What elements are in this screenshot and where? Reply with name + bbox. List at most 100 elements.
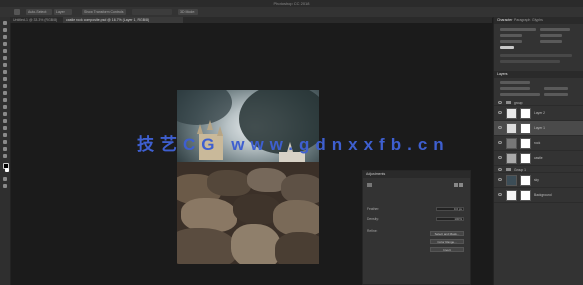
lock-icons[interactable] — [500, 93, 540, 96]
type-tool-icon[interactable] — [3, 126, 7, 130]
title-bar: Photoshop CC 2018 — [0, 0, 583, 14]
select-and-mask-button[interactable]: Select and Mask... — [430, 231, 464, 236]
layer-mask-thumbnail[interactable] — [520, 175, 531, 186]
layer-row[interactable]: Layer 1 — [494, 121, 583, 136]
blend-mode-select[interactable] — [500, 87, 530, 90]
history-brush-tool-icon[interactable] — [3, 84, 7, 88]
transform-controls-checkbox[interactable]: Show Transform Controls — [82, 9, 126, 15]
dodge-tool-icon[interactable] — [3, 112, 7, 116]
lasso-tool-icon[interactable] — [3, 35, 7, 39]
mask-icon — [367, 183, 372, 187]
properties-panel-title: Adjustments — [363, 171, 470, 178]
layer-row[interactable]: rock — [494, 136, 583, 151]
gradient-tool-icon[interactable] — [3, 98, 7, 102]
brush-tool-icon[interactable] — [3, 70, 7, 74]
feather-label: Feather: — [367, 207, 380, 211]
visibility-eye-icon[interactable] — [498, 156, 502, 159]
folder-icon — [506, 101, 511, 104]
healing-brush-tool-icon[interactable] — [3, 63, 7, 67]
layer-filter-select[interactable] — [500, 81, 530, 84]
background-color-swatch[interactable] — [5, 168, 9, 172]
tab-paragraph[interactable]: Paragraph — [514, 17, 530, 24]
layer-mask-thumbnail[interactable] — [520, 123, 531, 134]
visibility-eye-icon[interactable] — [498, 101, 502, 104]
visibility-eye-icon[interactable] — [498, 141, 502, 144]
text-color-swatch[interactable] — [500, 46, 514, 49]
quick-mask-icon[interactable] — [3, 177, 7, 181]
feather-field[interactable]: 0.0 px — [436, 207, 464, 211]
document-canvas[interactable] — [177, 90, 319, 264]
move-tool-icon[interactable] — [14, 9, 20, 15]
tracking-field[interactable] — [500, 40, 522, 43]
shape-tool-icon[interactable] — [3, 140, 7, 144]
vector-mask-icon[interactable] — [454, 183, 458, 187]
layer-thumbnail — [506, 108, 517, 119]
font-family-select[interactable] — [500, 28, 536, 31]
color-range-button[interactable]: Color Range... — [430, 239, 464, 244]
quick-select-tool-icon[interactable] — [3, 42, 7, 46]
blur-tool-icon[interactable] — [3, 105, 7, 109]
pen-tool-icon[interactable] — [3, 119, 7, 123]
layer-name: Background — [534, 193, 552, 197]
right-panel: Character Paragraph Glyphs Layers group L… — [493, 17, 583, 285]
align-icons[interactable] — [132, 9, 172, 15]
properties-panel: Adjustments Feather: 0.0 px Density: 100… — [362, 170, 471, 285]
tab-layers[interactable]: Layers — [497, 71, 508, 78]
visibility-eye-icon[interactable] — [498, 111, 502, 114]
zoom-tool-icon[interactable] — [3, 154, 7, 158]
move-tool-icon[interactable] — [3, 21, 7, 25]
layers-list: group Layer 2 Layer 1 rock castle Group 1 sky B… — [494, 99, 583, 285]
tools-panel — [0, 17, 11, 285]
auto-select-checkbox[interactable]: Auto-Select: — [26, 9, 52, 15]
layer-name: rock — [534, 141, 541, 145]
auto-select-target-select[interactable]: Layer — [54, 9, 72, 15]
eyedropper-tool-icon[interactable] — [3, 56, 7, 60]
clone-stamp-tool-icon[interactable] — [3, 77, 7, 81]
tab-character[interactable]: Character — [497, 17, 512, 24]
layer-thumbnail — [506, 175, 517, 186]
layer-thumbnail — [506, 153, 517, 164]
visibility-eye-icon[interactable] — [498, 126, 502, 129]
invert-button[interactable]: Invert — [430, 247, 464, 252]
visibility-eye-icon[interactable] — [498, 168, 502, 171]
hand-tool-icon[interactable] — [3, 147, 7, 151]
layer-mask-thumbnail[interactable] — [520, 190, 531, 201]
layer-row[interactable]: castle — [494, 151, 583, 166]
pixel-mask-icon[interactable] — [459, 183, 463, 187]
layer-mask-thumbnail[interactable] — [520, 138, 531, 149]
rock — [207, 170, 251, 196]
opacity-field[interactable] — [544, 87, 568, 90]
rock — [231, 224, 281, 264]
tab-glyphs[interactable]: Glyphs — [532, 17, 543, 24]
layer-mask-thumbnail[interactable] — [520, 153, 531, 164]
layer-name: sky — [534, 178, 539, 182]
rock — [273, 200, 319, 236]
layer-name: Layer 1 — [534, 126, 545, 130]
layer-row[interactable]: sky — [494, 173, 583, 188]
visibility-eye-icon[interactable] — [498, 178, 502, 181]
opentype-buttons[interactable] — [500, 60, 560, 63]
density-field[interactable]: 100% — [436, 217, 464, 221]
castle-spire — [207, 120, 213, 130]
layer-mask-thumbnail[interactable] — [520, 108, 531, 119]
layer-group[interactable]: Group 1 — [494, 166, 583, 173]
eraser-tool-icon[interactable] — [3, 91, 7, 95]
fill-field[interactable] — [544, 93, 568, 96]
3d-mode-label[interactable]: 3D Mode: — [178, 9, 198, 15]
path-select-tool-icon[interactable] — [3, 133, 7, 137]
marquee-tool-icon[interactable] — [3, 28, 7, 32]
layer-thumbnail — [506, 138, 517, 149]
screen-mode-icon[interactable] — [3, 184, 7, 188]
layer-row[interactable]: Background — [494, 188, 583, 203]
visibility-eye-icon[interactable] — [498, 193, 502, 196]
layer-group[interactable]: group — [494, 99, 583, 106]
font-style-select[interactable] — [540, 28, 570, 31]
type-style-buttons[interactable] — [500, 54, 572, 57]
leading-field[interactable] — [540, 34, 562, 37]
kerning-field[interactable] — [540, 40, 562, 43]
layer-row[interactable]: Layer 2 — [494, 106, 583, 121]
watermark: 技艺CG www.gdnxxfb.cn — [137, 135, 450, 154]
layers-panel-header: Layers — [494, 71, 583, 78]
font-size-field[interactable] — [500, 34, 522, 37]
crop-tool-icon[interactable] — [3, 49, 7, 53]
